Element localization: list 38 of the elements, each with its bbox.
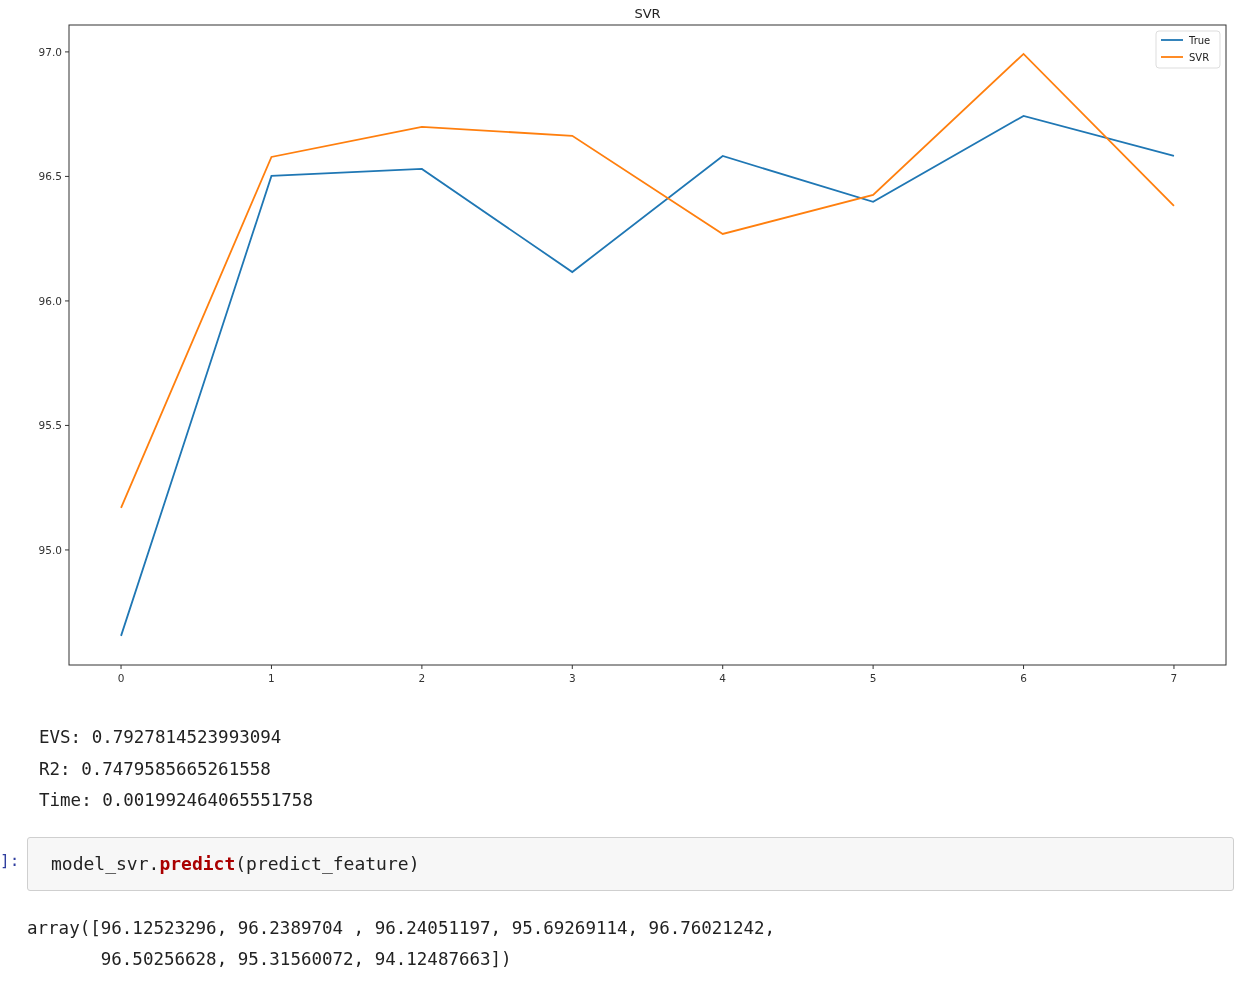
y-tick: 96.0 [38, 294, 70, 307]
cell-prompt: ]: [0, 849, 21, 870]
x-tick-label: 0 [117, 672, 125, 684]
output-line: EVS: 0.7927814523993094 [39, 726, 283, 749]
chart-title: SVR [634, 6, 661, 21]
x-tick: 1 [268, 664, 275, 684]
legend-label: SVR [1189, 52, 1210, 63]
legend-label: True [1188, 35, 1211, 46]
code-line: model_svr.predict(predict_feature) [51, 853, 420, 874]
x-tick-label: 7 [1170, 672, 1178, 684]
x-tick-label: 1 [268, 672, 275, 684]
x-tick: 5 [869, 664, 877, 684]
y-tick: 95.0 [38, 543, 70, 556]
x-tick-label: 4 [719, 672, 727, 684]
output-line: Time: 0.001992464065551758 [39, 789, 314, 812]
y-tick: 95.5 [38, 419, 70, 432]
x-tick-label: 6 [1020, 672, 1028, 684]
y-tick: 97.0 [38, 45, 70, 58]
output-line: array([96.12523296, 96.2389704 , 96.24051197, 95.69269114, 96.76021242, [27, 916, 777, 940]
x-tick-label: 3 [568, 672, 576, 684]
code-cell[interactable]: model_svr.predict(predict_feature) [27, 836, 1234, 891]
x-tick: 2 [418, 664, 426, 684]
y-tick-label: 96.5 [38, 170, 62, 183]
x-tick-label: 2 [418, 672, 426, 684]
y-tick-label: 95.0 [38, 543, 62, 556]
y-tick: 96.5 [38, 170, 70, 183]
y-tick-label: 95.5 [38, 419, 62, 432]
y-tick-label: 96.0 [38, 294, 62, 307]
x-tick: 3 [568, 664, 576, 684]
output-line: 96.50256628, 95.31560072, 94.12487663]) [99, 948, 513, 971]
x-tick-label: 5 [869, 672, 877, 684]
x-tick: 0 [117, 664, 125, 684]
x-tick: 4 [719, 664, 727, 684]
output-line: R2: 0.7479585665261558 [39, 757, 272, 781]
legend [1155, 30, 1221, 69]
x-tick: 6 [1020, 664, 1027, 684]
y-tick-label: 97.0 [38, 45, 62, 58]
x-tick: 7 [1170, 664, 1178, 684]
